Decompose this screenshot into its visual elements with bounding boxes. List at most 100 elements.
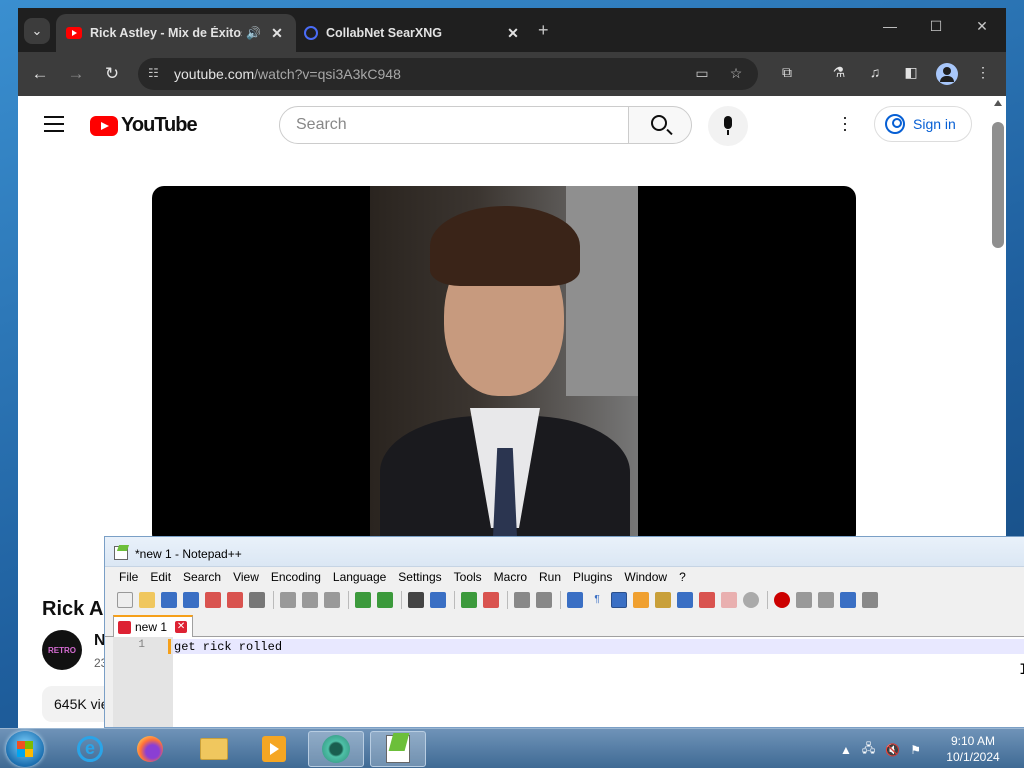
word-wrap-icon[interactable] (567, 592, 583, 608)
hamburger-menu-icon[interactable] (44, 116, 64, 132)
profile-avatar-icon[interactable] (936, 63, 958, 85)
indent-guide-icon[interactable] (611, 592, 627, 608)
tab-search-button[interactable]: ⌄ (24, 18, 50, 44)
forward-icon[interactable]: → (64, 62, 88, 86)
npp-title-bar[interactable]: *new 1 - Notepad++ (105, 537, 1024, 567)
menu-run[interactable]: Run (533, 567, 567, 587)
search-button[interactable] (628, 106, 692, 144)
redo-icon[interactable] (377, 592, 393, 608)
maximize-icon[interactable]: ☐ (916, 18, 956, 35)
menu-search[interactable]: Search (177, 567, 227, 587)
search-input[interactable]: Search (279, 106, 629, 144)
open-file-icon[interactable] (139, 592, 155, 608)
monitoring-icon[interactable] (721, 592, 737, 608)
speaker-icon[interactable]: 🔊 (246, 26, 264, 40)
menu-window[interactable]: Window (618, 567, 673, 587)
undo-icon[interactable] (355, 592, 371, 608)
save-macro-icon[interactable] (862, 592, 878, 608)
site-info-icon[interactable]: ☷ (148, 66, 164, 82)
tab-strip: ⌄ Rick Astley - Mix de Éxitos 🔊 ✕ Collab… (18, 8, 1006, 52)
labs-flask-icon[interactable]: ⚗ (828, 64, 850, 84)
close-tab-icon[interactable]: ✕ (268, 25, 286, 42)
clock[interactable]: 9:10 AM 10/1/2024 (940, 733, 1006, 765)
zoom-in-icon[interactable] (461, 592, 477, 608)
find-icon[interactable] (408, 592, 424, 608)
run-macro-multiple-icon[interactable] (840, 592, 856, 608)
extensions-icon[interactable]: ⧉ (776, 64, 798, 84)
cut-icon[interactable] (280, 592, 296, 608)
document-map-icon[interactable] (655, 592, 671, 608)
close-file-icon[interactable] (205, 592, 221, 608)
bookmark-star-icon[interactable]: ☆ (726, 65, 746, 85)
taskbar: e ▲ 🖧 🔇 ⚑ 9:10 AM 10/1/2024 (0, 728, 1024, 768)
tab-new-1[interactable]: new 1 ✕ (113, 615, 193, 637)
minimize-icon[interactable]: — (870, 18, 910, 34)
scroll-thumb[interactable] (992, 122, 1004, 248)
action-center-flag-icon[interactable]: ⚑ (910, 743, 921, 757)
reload-icon[interactable]: ↻ (100, 62, 124, 86)
new-file-icon[interactable] (117, 592, 133, 608)
taskbar-chrome[interactable] (308, 731, 364, 767)
editor-text[interactable]: get rick rolled (174, 640, 282, 654)
voice-search-button[interactable] (708, 106, 748, 146)
media-control-icon[interactable]: ♫ (864, 64, 886, 84)
menu-edit[interactable]: Edit (144, 567, 177, 587)
tab-searxng[interactable]: CollabNet SearXNG ✕ (294, 14, 532, 52)
menu-file[interactable]: File (113, 567, 144, 587)
copy-icon[interactable] (302, 592, 318, 608)
replace-icon[interactable] (430, 592, 446, 608)
folder-as-workspace-icon[interactable] (699, 592, 715, 608)
video-player[interactable] (152, 186, 856, 546)
menu-encoding[interactable]: Encoding (265, 567, 327, 587)
menu-tools[interactable]: Tools (448, 567, 488, 587)
close-tab-icon[interactable]: ✕ (504, 25, 522, 42)
show-all-characters-icon[interactable]: ¶ (589, 592, 605, 608)
taskbar-file-explorer[interactable] (186, 731, 242, 767)
npp-tab-bar: new 1 ✕ (105, 613, 1024, 637)
taskbar-firefox[interactable] (122, 731, 178, 767)
sync-horizontal-icon[interactable] (536, 592, 552, 608)
save-icon[interactable] (161, 592, 177, 608)
menu-view[interactable]: View (227, 567, 265, 587)
close-window-icon[interactable]: ✕ (962, 18, 1002, 35)
sign-in-button[interactable]: Sign in (874, 106, 972, 142)
address-bar[interactable]: ☷ youtube.com/watch?v=qsi3A3kC948 ▭ ☆ (138, 58, 758, 90)
network-icon[interactable]: 🖧 (862, 739, 875, 760)
volume-muted-icon[interactable]: 🔇 (885, 743, 900, 757)
text-editor[interactable]: 1 get rick rolled (113, 637, 1024, 727)
start-button[interactable] (6, 731, 44, 767)
new-tab-icon[interactable]: + (538, 20, 549, 41)
menu-plugins[interactable]: Plugins (567, 567, 618, 587)
record-macro-icon[interactable] (774, 592, 790, 608)
show-hidden-icons-icon[interactable]: ▲ (840, 743, 852, 757)
play-macro-icon[interactable] (818, 592, 834, 608)
sync-vertical-icon[interactable] (514, 592, 530, 608)
language-icon[interactable] (633, 592, 649, 608)
menu-help[interactable]: ? (673, 567, 692, 587)
menu-macro[interactable]: Macro (488, 567, 533, 587)
close-tab-icon[interactable]: ✕ (175, 621, 188, 633)
zoom-out-icon[interactable] (483, 592, 499, 608)
channel-avatar[interactable]: RETRO (42, 630, 82, 670)
settings-kebab-icon[interactable]: · · · (842, 108, 848, 138)
print-icon[interactable] (249, 592, 265, 608)
menu-settings[interactable]: Settings (392, 567, 447, 587)
chrome-menu-icon[interactable]: ⋮ (972, 64, 994, 84)
taskbar-media-player[interactable] (246, 731, 302, 767)
save-all-icon[interactable] (183, 592, 199, 608)
menu-language[interactable]: Language (327, 567, 392, 587)
tab-youtube[interactable]: Rick Astley - Mix de Éxitos 🔊 ✕ (56, 14, 296, 52)
back-icon[interactable]: ← (28, 62, 52, 86)
paste-icon[interactable] (324, 592, 340, 608)
cast-icon[interactable]: ▭ (692, 65, 712, 85)
url-text[interactable]: youtube.com/watch?v=qsi3A3kC948 (174, 66, 401, 82)
taskbar-internet-explorer[interactable]: e (62, 731, 118, 767)
stop-macro-icon[interactable] (796, 592, 812, 608)
side-panel-icon[interactable]: ◧ (900, 64, 922, 84)
close-all-icon[interactable] (227, 592, 243, 608)
comment-icon[interactable] (743, 592, 759, 608)
function-list-icon[interactable] (677, 592, 693, 608)
taskbar-notepad-plus-plus[interactable] (370, 731, 426, 767)
youtube-logo[interactable]: YouTube (90, 114, 198, 137)
scroll-up-icon[interactable] (994, 100, 1002, 106)
